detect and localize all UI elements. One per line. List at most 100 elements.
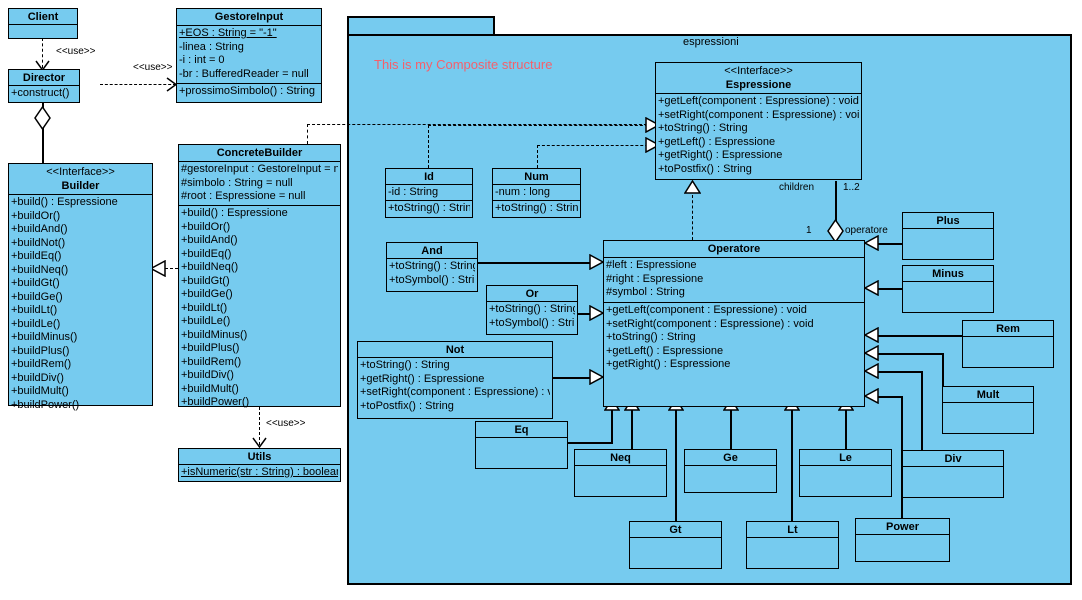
class-director-operations: +construct() xyxy=(9,86,79,102)
class-director[interactable]: Director +construct() xyxy=(8,69,80,103)
edge-neq-operatore xyxy=(631,408,633,449)
class-builder[interactable]: <<Interface>> Builder +build() : Espress… xyxy=(8,163,153,411)
edge-num-espressione-v xyxy=(537,145,538,168)
class-gestoreinput[interactable]: GestoreInput +EOS : String = "-1" -linea… xyxy=(176,8,322,103)
class-operation: +toString() : String xyxy=(489,303,575,315)
class-eq-name: Eq xyxy=(476,422,567,438)
package-label: espressioni xyxy=(683,36,739,48)
class-builder-operations: +build() : Espressione +buildOr() +build… xyxy=(9,195,152,411)
class-num-attributes: -num : long xyxy=(493,185,580,201)
class-le-body xyxy=(800,466,891,496)
class-director-name: Director xyxy=(9,70,79,86)
class-not-name: Not xyxy=(358,342,552,358)
class-ge[interactable]: Ge xyxy=(684,449,777,493)
class-le-name: Le xyxy=(800,450,891,466)
class-power-name: Power xyxy=(856,519,949,535)
aggregation-diamond-director-builder xyxy=(34,106,51,130)
class-espressione[interactable]: <<Interface>> Espressione +getLeft(compo… xyxy=(655,62,862,180)
class-and-operations: +toString() : String +toSymbol() : Strin… xyxy=(387,259,477,291)
class-power[interactable]: Power xyxy=(855,518,950,562)
class-operation: +isNumeric(str : String) : boolean xyxy=(181,466,338,478)
uml-class-diagram-canvas: espressioni This is my Composite structu… xyxy=(0,0,1082,600)
class-eq[interactable]: Eq xyxy=(475,421,568,469)
edge-eq-operatore-h xyxy=(568,442,613,444)
class-plus[interactable]: Plus xyxy=(902,212,994,260)
class-operation: +buildPlus() xyxy=(181,342,240,354)
edge-div-operatore-v xyxy=(921,371,923,450)
class-rem-name: Rem xyxy=(963,321,1053,337)
label-children-multiplicity: 1..2 xyxy=(843,182,860,193)
class-operatore-attributes: #left : Espressione #right : Espressione… xyxy=(604,258,864,303)
edge-id-espressione-h xyxy=(428,125,658,126)
class-operation: +buildOr() xyxy=(181,220,231,233)
class-operation: +buildMinus() xyxy=(181,328,248,341)
class-gt[interactable]: Gt xyxy=(629,521,722,569)
class-attribute: +EOS : String = "-1" xyxy=(179,27,277,39)
class-espressione-stereotype: <<Interface>> xyxy=(724,65,793,77)
class-rem[interactable]: Rem xyxy=(962,320,1054,368)
class-operation: +build() : Espressione xyxy=(181,207,288,219)
class-minus[interactable]: Minus xyxy=(902,265,994,313)
class-operation: +buildGe() xyxy=(11,290,63,303)
class-gestoreinput-attributes: +EOS : String = "-1" -linea : String -i … xyxy=(177,26,321,84)
class-gestoreinput-name: GestoreInput xyxy=(177,9,321,26)
class-num-name: Num xyxy=(493,169,580,185)
edge-le-operatore xyxy=(845,408,847,449)
class-operation: +toString() : String xyxy=(495,202,578,214)
edge-operatore-espressione xyxy=(692,195,693,240)
class-operatore-name: Operatore xyxy=(604,241,864,258)
class-div[interactable]: Div xyxy=(902,450,1004,498)
class-attribute: -br : BufferedReader = null xyxy=(179,67,309,80)
edge-div-operatore-h xyxy=(878,371,922,373)
class-utils[interactable]: Utils +isNumeric(str : String) : boolean xyxy=(178,448,341,482)
class-lt[interactable]: Lt xyxy=(746,521,839,569)
class-power-body xyxy=(856,535,949,561)
class-neq-body xyxy=(575,466,666,496)
class-operation: +getLeft() : Espressione xyxy=(606,344,724,357)
edge-mult-operatore-v xyxy=(942,353,944,386)
class-lt-body xyxy=(747,538,838,568)
generalization-triangle-mult xyxy=(864,345,879,361)
class-attribute: #simbolo : String = null xyxy=(181,176,293,189)
class-client[interactable]: Client xyxy=(8,8,78,39)
edge-eq-operatore-v xyxy=(611,408,613,443)
class-operation: +buildGe() xyxy=(181,288,233,300)
class-mult-name: Mult xyxy=(943,387,1033,403)
class-operation: +buildPower() xyxy=(181,396,250,408)
class-id[interactable]: Id -id : String +toString() : String xyxy=(385,168,473,218)
class-ge-name: Ge xyxy=(685,450,776,466)
class-espressione-name: <<Interface>> Espressione xyxy=(656,63,861,94)
class-builder-label: Builder xyxy=(61,180,100,192)
class-concretebuilder[interactable]: ConcreteBuilder #gestoreInput : GestoreI… xyxy=(178,144,341,408)
class-operation: +buildGt() xyxy=(11,277,60,289)
class-neq[interactable]: Neq xyxy=(574,449,667,497)
class-operation: +getLeft() : Espressione xyxy=(658,135,776,148)
class-plus-body xyxy=(903,229,993,259)
class-id-operations: +toString() : String xyxy=(386,201,472,217)
class-operation: +buildRem() xyxy=(181,355,242,368)
class-operatore[interactable]: Operatore #left : Espressione #right : E… xyxy=(603,240,865,407)
class-operation: +buildAnd() xyxy=(181,234,238,246)
class-operation: +build() : Espressione xyxy=(11,196,118,208)
edge-num-espressione-h xyxy=(537,145,658,146)
class-operation: +getLeft(component : Espressione) : void xyxy=(658,95,859,107)
class-attribute: #right : Espressione xyxy=(606,272,704,285)
class-operation: +buildDiv() xyxy=(11,371,64,384)
class-id-attributes: -id : String xyxy=(386,185,472,201)
realization-triangle-operatore xyxy=(684,180,701,194)
class-le[interactable]: Le xyxy=(799,449,892,497)
class-concretebuilder-operations: +build() : Espressione +buildOr() +build… xyxy=(179,206,340,408)
class-or[interactable]: Or +toString() : String +toSymbol() : St… xyxy=(486,285,578,335)
class-plus-name: Plus xyxy=(903,213,993,229)
edge-mult-operatore-h xyxy=(878,353,943,355)
class-num[interactable]: Num -num : long +toString() : String xyxy=(492,168,581,218)
edge-gt-operatore xyxy=(675,408,677,521)
class-not[interactable]: Not +toString() : String +getRight() : E… xyxy=(357,341,553,419)
class-operation: +prossimoSimbolo() : String xyxy=(179,85,316,97)
class-attribute: #left : Espressione xyxy=(606,259,697,271)
class-operation: +getRight() : Espressione xyxy=(606,358,731,370)
label-use-concretebuilder-utils: <<use>> xyxy=(266,418,306,429)
class-and[interactable]: And +toString() : String +toSymbol() : S… xyxy=(386,242,478,292)
edge-minus-operatore xyxy=(878,288,902,290)
class-mult[interactable]: Mult xyxy=(942,386,1034,434)
